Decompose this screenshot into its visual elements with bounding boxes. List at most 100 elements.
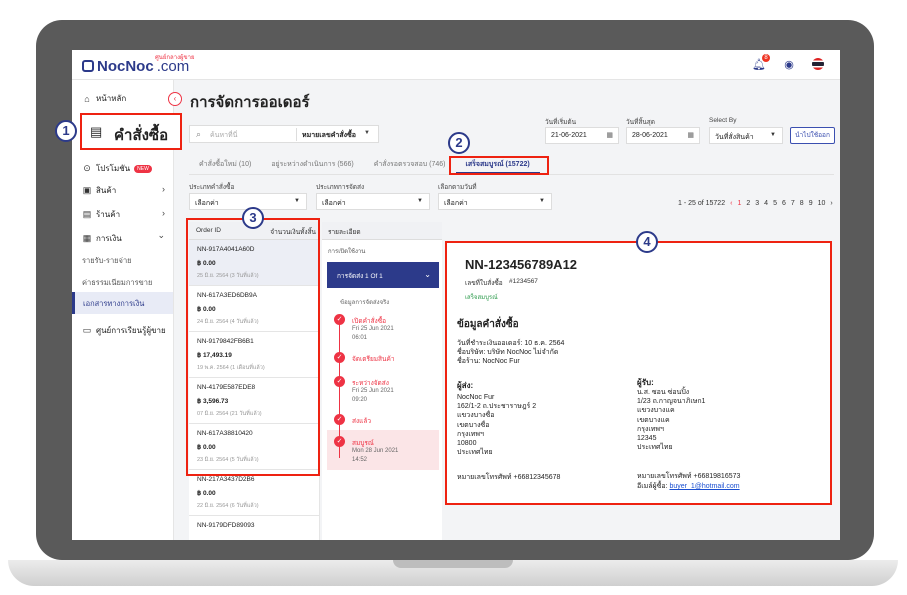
chevron-down-icon: ▼ bbox=[364, 130, 370, 136]
logo-text: NocNoc bbox=[97, 57, 154, 75]
pagination: 1 - 25 of 15722 ‹ 1 2 3 4 5 6 7 8 9 10 › bbox=[678, 200, 833, 207]
end-date-field[interactable]: 28-06-2021 ▦ bbox=[626, 127, 700, 144]
chevron-down-icon[interactable]: ⌄ bbox=[157, 230, 165, 241]
laptop-notch bbox=[393, 560, 513, 568]
page-6[interactable]: 6 bbox=[782, 200, 786, 207]
page-4[interactable]: 4 bbox=[764, 200, 768, 207]
callout-box-3 bbox=[186, 218, 320, 476]
timeline-step-title: เปิดคำสั่งซื้อ bbox=[352, 318, 387, 325]
promo-icon: ⊙ bbox=[83, 163, 91, 173]
clipboard-icon: ▤ bbox=[90, 124, 103, 139]
chevron-down-icon: ⌄ bbox=[424, 270, 431, 279]
new-badge: NEW bbox=[134, 164, 152, 173]
timeline-step-title: ระหว่างจัดส่ง bbox=[352, 380, 389, 387]
page-3[interactable]: 3 bbox=[755, 200, 759, 207]
book-icon: ▭ bbox=[82, 325, 92, 335]
chevron-down-icon: ▼ bbox=[294, 198, 300, 204]
tab-in-progress[interactable]: อยู่ระหว่างดำเนินการ (566) bbox=[261, 154, 363, 174]
timeline-step-title: สมบูรณ์ bbox=[352, 440, 374, 447]
order-type-label: ประเภทคำสั่งซื้อ bbox=[189, 184, 235, 191]
sidebar-item-products[interactable]: ▣ สินค้า bbox=[82, 184, 168, 197]
page-8[interactable]: 8 bbox=[800, 200, 804, 207]
list-item[interactable]: NN-217A3437D2B6 ฿ 0.00 22 มิ.ย. 2564 (6 … bbox=[189, 470, 320, 516]
sidebar-item-label: ร้านค้า bbox=[96, 210, 121, 219]
sidebar-item-learning[interactable]: ▭ ศูนย์การเรียนรู้ผู้ขาย bbox=[82, 324, 166, 337]
sidebar-sub-income[interactable]: รายรับ-รายจ่าย bbox=[82, 255, 132, 267]
apply-button[interactable]: นำไปใช้ออก bbox=[790, 127, 835, 144]
end-date-label: วันที่สิ้นสุด bbox=[626, 119, 655, 126]
status-caption: ข้อมูลการจัดส่งจริง bbox=[340, 300, 390, 306]
sidebar-item-promotion[interactable]: ⊙ โปรโมชัน NEW bbox=[82, 162, 152, 175]
bell-icon[interactable]: 🔔︎ 8 bbox=[752, 54, 770, 72]
sidebar-item-label: หน้าหลัก bbox=[96, 94, 127, 103]
pagination-range: 1 - 25 of 15722 bbox=[678, 200, 726, 207]
orders-menu-highlight[interactable]: ▤ คำสั่งซื้อ bbox=[80, 113, 182, 150]
status-subtitle: การเปิดใช้งาน bbox=[328, 249, 366, 255]
user-icon[interactable]: ◉ bbox=[782, 58, 796, 72]
shipment-dropdown[interactable]: การจัดส่ง 1 Of 1 ⌄ bbox=[327, 262, 439, 288]
select-by-label: Select By bbox=[709, 117, 737, 124]
page-10[interactable]: 10 bbox=[818, 200, 826, 207]
sidebar-sub-fees[interactable]: ค่าธรรมเนียมการขาย bbox=[82, 277, 152, 289]
collapse-sidebar-button[interactable]: ‹ bbox=[168, 92, 182, 106]
date-select-dropdown[interactable]: เลือกค่า ▼ bbox=[438, 193, 552, 210]
shipment-status-panel: รายละเอียด การเปิดใช้งาน การจัดส่ง 1 Of … bbox=[322, 222, 442, 540]
chevron-right-icon[interactable]: › bbox=[162, 208, 165, 218]
timeline-step-date: Fri 25 Jun 2021 bbox=[352, 326, 394, 332]
chevron-down-icon: ▼ bbox=[770, 132, 776, 138]
tab-pending-review[interactable]: คำสั่งรอตรวจสอบ (746) bbox=[364, 154, 456, 174]
sidebar-item-label: การเงิน bbox=[96, 234, 122, 243]
start-date-field[interactable]: 21-06-2021 ▦ bbox=[545, 127, 619, 144]
sidebar-item-label: สินค้า bbox=[96, 186, 117, 195]
timeline-step-time: 09:20 bbox=[352, 397, 368, 403]
notification-count: 8 bbox=[762, 54, 770, 62]
detail-header: รายละเอียด bbox=[322, 222, 442, 240]
top-icons: 🔔︎ 8 ◉ bbox=[752, 54, 826, 72]
language-flag-icon[interactable] bbox=[812, 58, 826, 72]
home-icon: ⌂ bbox=[84, 93, 90, 104]
calendar-icon: ▦ bbox=[606, 132, 613, 139]
money-icon: ▦ bbox=[82, 233, 92, 243]
ship-type-dropdown[interactable]: เลือกค่า ▼ bbox=[316, 193, 430, 210]
sidebar-item-finance[interactable]: ▦ การเงิน bbox=[82, 232, 122, 245]
page-1[interactable]: 1 bbox=[737, 200, 741, 207]
top-bar: NocNoc .com ศูนย์กลางผู้ขาย 🔔︎ 8 ◉ bbox=[72, 50, 840, 80]
page-2[interactable]: 2 bbox=[746, 200, 750, 207]
sidebar-sub-financial-docs[interactable]: เอกสารทางการเงิน bbox=[72, 292, 173, 314]
timeline-step-time: 14:52 bbox=[352, 457, 368, 463]
sidebar-item-label: ศูนย์การเรียนรู้ผู้ขาย bbox=[96, 326, 166, 335]
list-item[interactable]: NN-9179DFD89093 bbox=[189, 516, 320, 540]
laptop-frame: NocNoc .com ศูนย์กลางผู้ขาย 🔔︎ 8 ◉ ⌂ หน้าห… bbox=[0, 0, 907, 595]
sidebar-item-shop[interactable]: ▤ ร้านค้า bbox=[82, 208, 120, 221]
page-title: การจัดการออเดอร์ bbox=[190, 94, 310, 111]
check-icon: ✓ bbox=[334, 414, 345, 425]
start-date-label: วันที่เริ่มต้น bbox=[545, 119, 577, 126]
page-5[interactable]: 5 bbox=[773, 200, 777, 207]
callout-number-1: 1 bbox=[55, 120, 77, 142]
callout-box-2 bbox=[449, 156, 549, 175]
callout-box-4 bbox=[445, 241, 832, 505]
search-input[interactable]: ค้นหาที่นี่ bbox=[210, 130, 237, 141]
date-select-label: เลือกตามวันที่ bbox=[438, 184, 477, 191]
logo-icon bbox=[82, 60, 94, 72]
next-page-icon[interactable]: › bbox=[830, 200, 832, 207]
search-icon: ⌕ bbox=[196, 129, 202, 139]
sidebar-item-home[interactable]: ⌂ หน้าหลัก bbox=[82, 92, 126, 105]
timeline-step-title: ส่งแล้ว bbox=[352, 418, 371, 425]
prev-page-icon[interactable]: ‹ bbox=[730, 200, 732, 207]
timeline-step-date: Fri 25 Jun 2021 bbox=[352, 388, 394, 394]
tab-new-orders[interactable]: คำสั่งซื้อใหม่ (10) bbox=[189, 154, 261, 174]
check-icon: ✓ bbox=[334, 314, 345, 325]
check-icon: ✓ bbox=[334, 436, 345, 447]
callout-number-2: 2 bbox=[448, 132, 470, 154]
sidebar-item-label: โปรโมชัน bbox=[96, 164, 131, 173]
search-type-select[interactable]: หมายเลขคำสั่งซื้อ bbox=[302, 130, 356, 141]
select-by-dropdown[interactable]: วันที่สั่งสินค้า ▼ bbox=[709, 127, 783, 144]
page-9[interactable]: 9 bbox=[809, 200, 813, 207]
shop-icon: ▤ bbox=[82, 209, 92, 219]
chevron-right-icon[interactable]: › bbox=[162, 184, 165, 194]
search-bar: ⌕ ค้นหาที่นี่ หมายเลขคำสั่งซื้อ ▼ bbox=[189, 125, 379, 143]
page-7[interactable]: 7 bbox=[791, 200, 795, 207]
orders-menu-label: คำสั่งซื้อ bbox=[114, 127, 169, 144]
logo[interactable]: NocNoc .com ศูนย์กลางผู้ขาย bbox=[82, 55, 195, 76]
